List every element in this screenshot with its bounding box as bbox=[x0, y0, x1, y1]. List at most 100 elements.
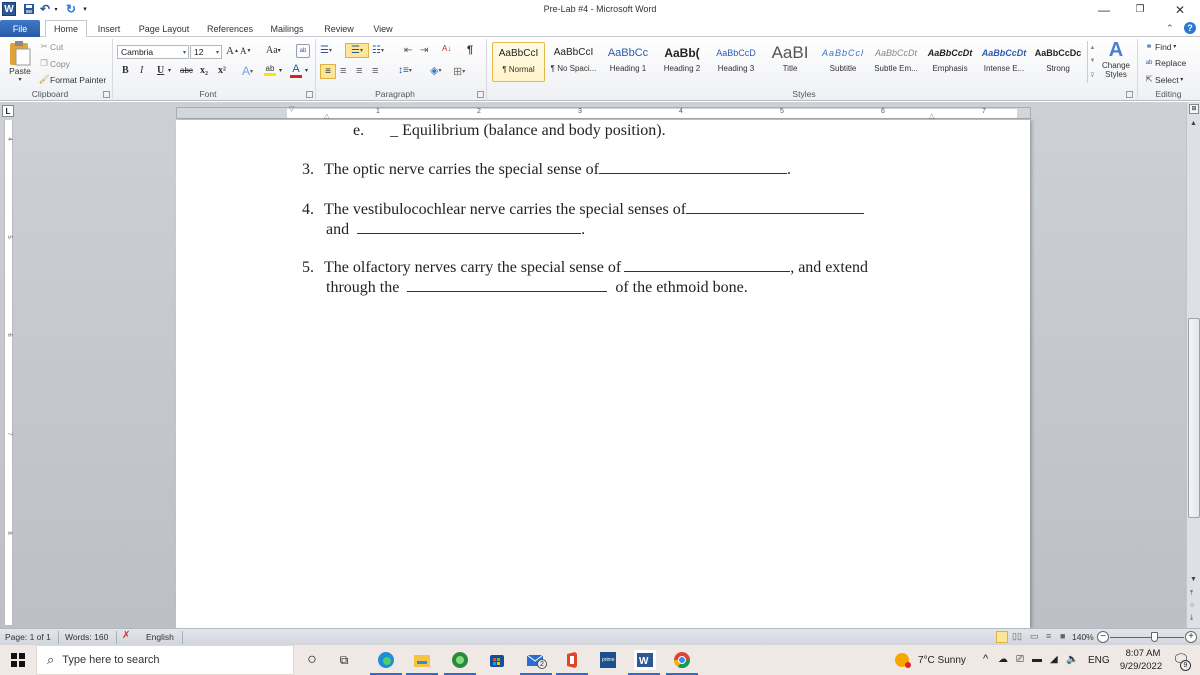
more-styles-icon[interactable]: ⊽ bbox=[1090, 72, 1094, 79]
tab-review[interactable]: Review bbox=[320, 20, 358, 37]
shrink-font-button[interactable]: A ▼ bbox=[240, 46, 251, 56]
view-ruler-icon[interactable]: ⊞ bbox=[1189, 104, 1199, 114]
bullets-button[interactable]: ☰ ▾ bbox=[320, 45, 332, 56]
tab-mailings[interactable]: Mailings bbox=[266, 20, 308, 37]
answer-blank[interactable] bbox=[407, 278, 608, 292]
draft-view-icon[interactable]: ■ bbox=[1060, 631, 1065, 641]
minimize-button[interactable]: — bbox=[1086, 0, 1122, 19]
wifi-icon[interactable]: ◢ bbox=[1050, 654, 1058, 665]
paragraph-launcher-icon[interactable] bbox=[477, 91, 484, 98]
vertical-scrollbar[interactable]: ⊞ ▲ ▼ ⤒ ○ ⤓ bbox=[1186, 102, 1200, 628]
battery-icon[interactable]: ▬ bbox=[1032, 654, 1042, 665]
office-icon[interactable] bbox=[556, 650, 588, 675]
close-button[interactable]: ✕ bbox=[1162, 0, 1198, 19]
font-name-select[interactable]: Cambria ▾ bbox=[117, 45, 189, 59]
align-left-button[interactable]: ≡ bbox=[320, 64, 336, 79]
bold-button[interactable]: B bbox=[122, 65, 129, 76]
zoom-slider-track[interactable] bbox=[1110, 637, 1184, 638]
full-screen-reading-icon[interactable]: ▯▯ bbox=[1012, 631, 1022, 642]
cortana-icon[interactable]: ○ bbox=[302, 650, 322, 670]
tab-file[interactable]: File bbox=[0, 20, 40, 37]
tab-view[interactable]: View bbox=[368, 20, 398, 37]
subscript-button[interactable]: x₂ bbox=[200, 65, 208, 76]
minimize-ribbon-icon[interactable]: ⌃ bbox=[1166, 23, 1174, 34]
style-strong[interactable]: AaBbCcDc Strong bbox=[1032, 42, 1084, 82]
copy-button[interactable]: ❐ Copy bbox=[38, 58, 70, 69]
underline-dropdown-icon[interactable]: ▾ bbox=[168, 67, 171, 74]
superscript-button[interactable]: x² bbox=[218, 65, 226, 76]
page-count[interactable]: Page: 1 of 1 bbox=[5, 632, 51, 642]
style-heading-3[interactable]: AaBbCcD Heading 3 bbox=[710, 42, 762, 82]
tab-home[interactable]: Home bbox=[45, 20, 87, 38]
outline-view-icon[interactable]: ≡ bbox=[1046, 631, 1051, 641]
line-spacing-button[interactable]: ↕≡ ▾ bbox=[398, 65, 412, 76]
show-hidden-icons[interactable]: ^ bbox=[983, 653, 988, 665]
answer-blank[interactable] bbox=[357, 220, 582, 234]
volume-icon[interactable]: 🔈 bbox=[1066, 654, 1078, 665]
web-layout-icon[interactable]: ▭ bbox=[1030, 631, 1039, 642]
task-view-icon[interactable]: ⧉ bbox=[334, 650, 354, 670]
multilevel-list-button[interactable]: ☷ ▾ bbox=[372, 45, 384, 56]
scroll-down-icon[interactable]: ▼ bbox=[1190, 576, 1197, 583]
file-explorer-icon[interactable] bbox=[406, 650, 438, 675]
scroll-down-icon[interactable]: ▼ bbox=[1090, 58, 1096, 64]
justify-button[interactable]: ≡ bbox=[372, 65, 378, 77]
clear-formatting-icon[interactable]: ab bbox=[296, 44, 310, 58]
select-browse-object-icon[interactable]: ○ bbox=[1190, 602, 1194, 609]
first-line-indent-marker[interactable]: ▽ bbox=[289, 105, 294, 113]
microsoft-store-icon[interactable] bbox=[487, 650, 507, 670]
tab-references[interactable]: References bbox=[204, 20, 256, 37]
replace-button[interactable]: ab Replace bbox=[1143, 58, 1187, 68]
taskbar-search-input[interactable]: ⌕ Type here to search bbox=[36, 645, 294, 675]
language-indicator[interactable]: English bbox=[146, 632, 174, 642]
decrease-indent-button[interactable]: ⇤ bbox=[404, 45, 412, 56]
italic-button[interactable]: I bbox=[140, 65, 143, 76]
grow-font-button[interactable]: A ▲ bbox=[226, 45, 239, 57]
zoom-level[interactable]: 140% bbox=[1072, 632, 1094, 642]
style-subtitle[interactable]: AaBbCcl Subtitle bbox=[818, 42, 868, 82]
font-size-select[interactable]: 12 ▾ bbox=[190, 45, 222, 59]
answer-blank[interactable] bbox=[686, 200, 865, 214]
font-launcher-icon[interactable] bbox=[306, 91, 313, 98]
answer-blank[interactable] bbox=[598, 160, 787, 174]
next-page-icon[interactable]: ⤓ bbox=[1190, 614, 1193, 622]
styles-launcher-icon[interactable] bbox=[1126, 91, 1133, 98]
right-indent-marker[interactable]: △ bbox=[929, 112, 934, 120]
style-title[interactable]: AaBI Title bbox=[764, 42, 816, 82]
proofing-error-icon[interactable]: ✗ bbox=[122, 630, 130, 641]
vertical-ruler[interactable]: 4 5 6 7 8 bbox=[4, 120, 13, 625]
clock-date[interactable]: 9/29/2022 bbox=[1113, 661, 1169, 672]
clock-time[interactable]: 8:07 AM bbox=[1119, 648, 1167, 659]
language-indicator-tray[interactable]: ENG bbox=[1088, 655, 1110, 666]
scrollbar-thumb[interactable] bbox=[1188, 318, 1200, 518]
zoom-in-button[interactable]: + bbox=[1185, 631, 1197, 643]
numbering-button[interactable]: ☰ ▾ bbox=[345, 43, 369, 58]
align-right-button[interactable]: ≡ bbox=[356, 65, 362, 77]
tab-insert[interactable]: Insert bbox=[92, 20, 126, 37]
font-color-dropdown-icon[interactable]: ▾ bbox=[305, 67, 308, 74]
mail-icon[interactable]: 2 bbox=[520, 650, 552, 675]
previous-page-icon[interactable]: ⤒ bbox=[1190, 590, 1193, 598]
chrome-icon[interactable] bbox=[666, 650, 698, 675]
strikethrough-button[interactable]: abc bbox=[180, 66, 193, 75]
find-button[interactable]: ⚭ Find ▾ bbox=[1143, 41, 1176, 52]
style-intense-emphasis[interactable]: AaBbCcDt Intense E... bbox=[978, 42, 1030, 82]
highlight-button[interactable]: ab bbox=[264, 64, 276, 76]
shading-button[interactable]: ◈ ▾ bbox=[430, 64, 441, 77]
show-formatting-button[interactable]: ¶ bbox=[467, 44, 473, 56]
style-heading-1[interactable]: AaBbCc Heading 1 bbox=[602, 42, 654, 82]
scroll-up-icon[interactable]: ▲ bbox=[1090, 45, 1096, 51]
restore-button[interactable]: ❐ bbox=[1122, 0, 1158, 19]
text-effects-button[interactable]: A ▾ bbox=[242, 64, 253, 78]
sort-button[interactable]: A↓ bbox=[442, 44, 451, 53]
word-taskbar-icon[interactable]: W bbox=[628, 650, 660, 675]
highlight-dropdown-icon[interactable]: ▾ bbox=[279, 67, 282, 74]
zoom-out-button[interactable]: − bbox=[1097, 631, 1109, 643]
start-button[interactable] bbox=[8, 650, 28, 670]
prime-video-icon[interactable]: prime bbox=[598, 650, 618, 670]
style-no-spacing[interactable]: AaBbCcI ¶ No Spaci... bbox=[547, 42, 600, 82]
format-painter-button[interactable]: 🖌 Format Painter bbox=[38, 74, 107, 85]
cut-button[interactable]: ✂ Cut bbox=[38, 41, 63, 52]
clipboard-launcher-icon[interactable] bbox=[103, 91, 110, 98]
scroll-up-icon[interactable]: ▲ bbox=[1190, 120, 1197, 127]
